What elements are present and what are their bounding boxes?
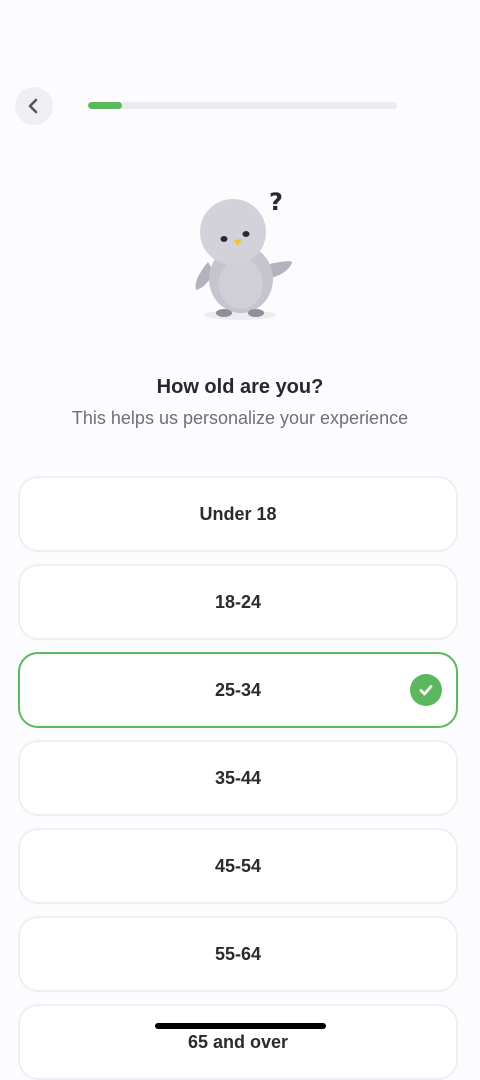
- chevron-left-icon: [28, 98, 38, 114]
- age-option-label: 45-54: [214, 855, 262, 876]
- age-option-label: 55-64: [214, 943, 262, 964]
- question-mark-badge: ?: [269, 188, 283, 216]
- age-option[interactable]: 18-24: [18, 564, 458, 640]
- back-button[interactable]: [15, 87, 53, 125]
- age-option-label: 65 and over: [187, 1031, 289, 1052]
- age-option-label: 35-44: [214, 767, 262, 788]
- age-option-label: 25-34: [214, 679, 262, 700]
- question-title: How old are you?: [156, 376, 324, 398]
- age-option[interactable]: 45-54: [18, 828, 458, 904]
- penguin-mascot-illustration: ?: [195, 188, 292, 320]
- age-option-label: 18-24: [214, 591, 262, 612]
- progress-bar: [88, 102, 397, 109]
- progress-fill: [88, 102, 122, 109]
- age-option-label: Under 18: [199, 503, 277, 524]
- age-option[interactable]: Under 18: [18, 476, 458, 552]
- home-indicator: [155, 1023, 326, 1029]
- checkmark-icon: [410, 674, 442, 706]
- question-subtitle: This helps us personalize your experienc…: [71, 408, 409, 428]
- age-option[interactable]: 25-34: [18, 652, 458, 728]
- age-option[interactable]: 55-64: [18, 916, 458, 992]
- age-option[interactable]: 65 and over: [18, 1004, 458, 1080]
- age-option[interactable]: 35-44: [18, 740, 458, 816]
